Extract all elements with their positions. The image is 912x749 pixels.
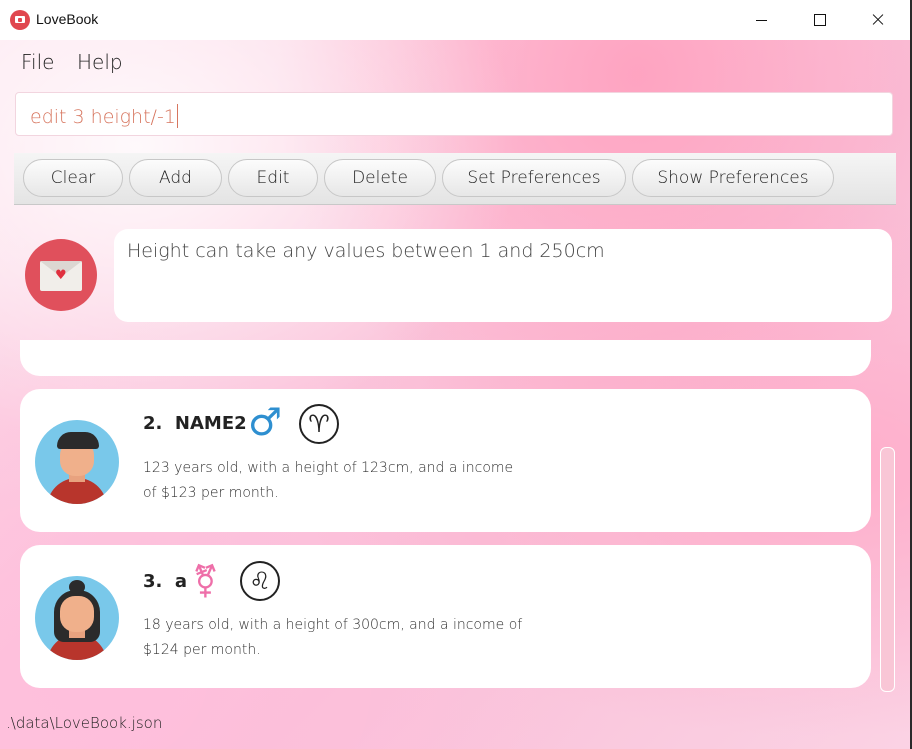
result-message: Height can take any values between 1 and… [127, 240, 605, 262]
list-item[interactable]: 3. a ⚧ ♌ 18 years old, with a height of … [20, 545, 871, 688]
aries-zodiac-icon: ♈ [299, 404, 339, 444]
status-bar: .\data\LoveBook.json [0, 712, 910, 749]
window-title: LoveBook [36, 11, 99, 27]
show-preferences-button[interactable]: Show Preferences [632, 159, 834, 197]
person-description: 18 years old, with a height of 300cm, an… [143, 617, 523, 658]
avatar [35, 420, 119, 504]
person-list[interactable]: 2. NAME2 ♂ ♈ 123 years old, with a heigh… [0, 340, 900, 712]
data-file-path: .\data\LoveBook.json [6, 714, 163, 732]
menu-bar: File Help [0, 40, 910, 84]
add-button[interactable]: Add [129, 159, 222, 197]
envelope-heart-icon: ♥ [25, 239, 97, 311]
list-item[interactable] [20, 340, 871, 376]
lovebook-window: LoveBook File Help edit 3 height/-1 Clea… [0, 0, 912, 749]
person-description: 123 years old, with a height of 123cm, a… [143, 460, 514, 501]
scrollbar-thumb[interactable] [880, 447, 895, 692]
command-input[interactable]: edit 3 height/-1 [15, 92, 893, 136]
main-content: File Help edit 3 height/-1 Clear Add Edi… [0, 40, 910, 749]
person-name: 3. a [143, 571, 188, 592]
avatar [35, 576, 119, 660]
edit-button[interactable]: Edit [228, 159, 318, 197]
leo-zodiac-icon: ♌ [240, 561, 280, 601]
list-item[interactable]: 2. NAME2 ♂ ♈ 123 years old, with a heigh… [20, 389, 871, 532]
person-name: 2. NAME2 [143, 413, 247, 434]
nonbinary-gender-icon: ⚧ [192, 562, 219, 600]
set-preferences-button[interactable]: Set Preferences [442, 159, 626, 197]
menu-help[interactable]: Help [77, 50, 123, 74]
close-button[interactable] [848, 0, 906, 40]
male-gender-icon: ♂ [248, 400, 283, 444]
maximize-button[interactable] [790, 0, 848, 40]
title-bar: LoveBook [0, 0, 910, 40]
command-text: edit 3 height/-1 [30, 104, 178, 128]
result-display: Height can take any values between 1 and… [114, 229, 892, 322]
toolbar: Clear Add Edit Delete Set Preferences Sh… [14, 153, 896, 205]
clear-button[interactable]: Clear [23, 159, 123, 197]
menu-file[interactable]: File [21, 50, 54, 74]
minimize-button[interactable] [732, 0, 790, 40]
app-logo-icon [10, 10, 30, 30]
delete-button[interactable]: Delete [324, 159, 436, 197]
